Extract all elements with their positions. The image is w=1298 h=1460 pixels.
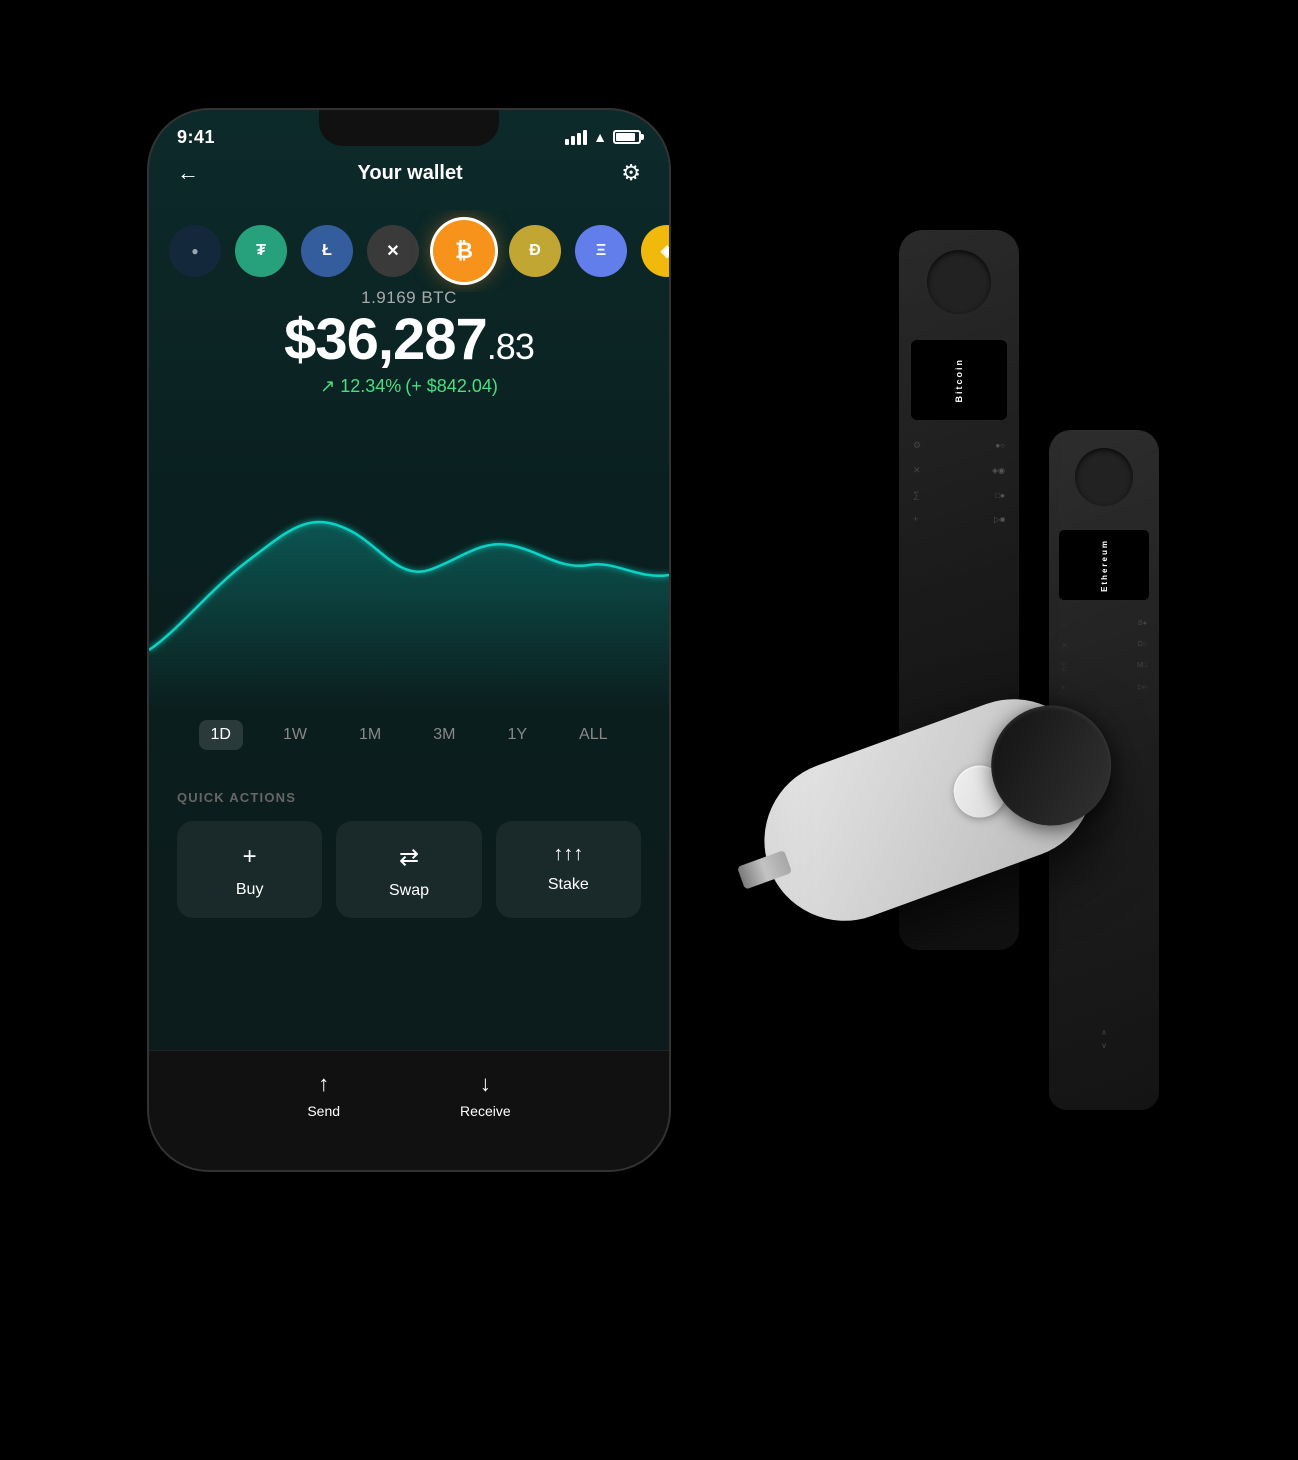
change-amount: (+ $842.04) [405, 376, 498, 397]
buy-icon: + [243, 843, 257, 871]
hw-device-1-screen-text: Bitcoin [954, 358, 964, 403]
hw2-text-1: B● [1138, 620, 1147, 629]
coin-usdt[interactable]: ₮ [235, 225, 287, 277]
signal-icon [565, 130, 587, 145]
coin-algo[interactable]: ● [169, 225, 221, 277]
hw2-row-2: ✕ D○ [1061, 641, 1147, 650]
battery-fill [616, 133, 635, 141]
signal-bar-3 [577, 133, 581, 145]
hw2-row-4: + ▷▹ [1061, 683, 1147, 692]
receive-icon: ↓ [480, 1071, 491, 1097]
stake-label: Stake [548, 876, 589, 894]
phone-screen: 9:41 ▲ ← Your wallet [149, 110, 669, 1170]
hw-menu-icon-4: + [913, 514, 918, 524]
status-time: 9:41 [177, 127, 215, 148]
hw-device-1-screen: Bitcoin [911, 340, 1007, 420]
signal-bar-2 [571, 136, 575, 145]
settings-button[interactable]: ⚙ [621, 160, 641, 186]
coin-ltc[interactable]: Ł [301, 225, 353, 277]
stake-button[interactable]: ↑↑↑ Stake [496, 821, 641, 918]
hw-device-2-screen-text: Ethereum [1100, 539, 1109, 592]
fiat-balance: $36,287.83 [149, 308, 669, 372]
coin-xrp[interactable]: ✕ [367, 225, 419, 277]
time-filter-1m[interactable]: 1M [347, 720, 393, 750]
signal-bar-1 [565, 139, 569, 145]
crypto-balance: 1.9169 BTC [149, 288, 669, 308]
buy-button[interactable]: + Buy [177, 821, 322, 918]
signal-bar-4 [583, 130, 587, 145]
hw2-text-2: D○ [1138, 641, 1147, 650]
chart-area [149, 522, 669, 710]
hw2-text-4: ▷▹ [1138, 683, 1147, 692]
coin-selector-row: ● ₮ Ł ✕ ₿ Ð Ξ ◈ ◎ [149, 210, 669, 292]
fiat-cents: .83 [487, 326, 534, 367]
stake-icon: ↑↑↑ [553, 843, 583, 866]
hw-device-2-buttons: ∧ ∨ [1049, 1028, 1159, 1050]
buy-label: Buy [236, 881, 264, 899]
send-label: Send [307, 1103, 340, 1119]
quick-actions-section: QUICK ACTIONS + Buy ⇄ Swap ↑↑↑ Stake [177, 790, 641, 918]
battery-icon [613, 130, 641, 144]
app-header: ← Your wallet ⚙ [177, 160, 641, 186]
swap-button[interactable]: ⇄ Swap [336, 821, 481, 918]
hw-device-2-screen: Ethereum [1059, 530, 1149, 600]
hw2-icon-4: + [1061, 683, 1066, 692]
nano-usb [737, 850, 792, 890]
hw2-icon-3: ∑ [1061, 662, 1067, 671]
hw-menu-text-2: ◈◉ [992, 466, 1005, 475]
coin-bnb[interactable]: ◈ [641, 225, 669, 277]
hw2-icon-1: ○ [1061, 620, 1066, 629]
hw-device-1-menu: ⚙ ●○ ✕ ◈◉ ∑ □● + ▷■ [913, 440, 1005, 524]
hw-menu-row: ⚙ ●○ [913, 440, 1005, 451]
receive-nav-item[interactable]: ↓ Receive [460, 1071, 511, 1119]
chart-svg [149, 450, 669, 710]
time-filter-all[interactable]: ALL [567, 720, 619, 750]
hw-menu-icon-2: ✕ [913, 465, 921, 476]
hw-menu-row-2: ✕ ◈◉ [913, 465, 1005, 476]
time-filter-1d[interactable]: 1D [199, 720, 243, 750]
coin-doge[interactable]: Ð [509, 225, 561, 277]
time-filter-1w[interactable]: 1W [271, 720, 319, 750]
send-icon: ↑ [318, 1071, 329, 1097]
time-filter-3m[interactable]: 3M [421, 720, 467, 750]
bottom-navigation: ↑ Send ↓ Receive [149, 1050, 669, 1170]
balance-change: ↗ 12.34% (+ $842.04) [149, 376, 669, 397]
swap-icon: ⇄ [399, 843, 419, 872]
quick-actions-label: QUICK ACTIONS [177, 790, 641, 805]
hw-menu-text-4: ▷■ [994, 515, 1005, 524]
hw2-row-1: ○ B● [1061, 620, 1147, 629]
receive-label: Receive [460, 1103, 511, 1119]
coin-eth[interactable]: Ξ [575, 225, 627, 277]
hw2-btn-up: ∧ [1101, 1028, 1107, 1037]
time-filter-1y[interactable]: 1Y [495, 720, 539, 750]
send-nav-item[interactable]: ↑ Send [307, 1071, 340, 1119]
hw2-btn-down: ∨ [1101, 1041, 1107, 1050]
change-percent: ↗ 12.34% [320, 376, 401, 397]
hw-menu-text-1: ●○ [995, 441, 1005, 450]
status-icons: ▲ [565, 129, 641, 145]
hw-menu-icon-1: ⚙ [913, 440, 921, 451]
header-title: Your wallet [358, 162, 463, 185]
hw-menu-text-3: □● [995, 491, 1005, 500]
quick-actions-row: + Buy ⇄ Swap ↑↑↑ Stake [177, 821, 641, 918]
fiat-main: $36,287 [284, 307, 487, 372]
phone: 9:41 ▲ ← Your wallet [149, 110, 669, 1170]
hw-menu-row-3: ∑ □● [913, 490, 1005, 500]
coin-btc-active[interactable]: ₿ [433, 220, 495, 282]
hw2-row-3: ∑ M□ [1061, 662, 1147, 671]
balance-section: 1.9169 BTC $36,287.83 ↗ 12.34% (+ $842.0… [149, 288, 669, 397]
swap-label: Swap [389, 882, 429, 900]
notch [319, 110, 499, 146]
wifi-icon: ▲ [593, 129, 607, 145]
hw2-icon-2: ✕ [1061, 641, 1068, 650]
hw-menu-icon-3: ∑ [913, 490, 919, 500]
hw-device-2-menu: ○ B● ✕ D○ ∑ M□ + ▷▹ [1061, 620, 1147, 692]
time-filter-row: 1D 1W 1M 3M 1Y ALL [149, 720, 669, 750]
price-chart[interactable] [149, 450, 669, 710]
back-button[interactable]: ← [177, 160, 199, 186]
scene: 9:41 ▲ ← Your wallet [99, 30, 1199, 1430]
hw-menu-row-4: + ▷■ [913, 514, 1005, 524]
hw2-text-3: M□ [1137, 662, 1147, 671]
